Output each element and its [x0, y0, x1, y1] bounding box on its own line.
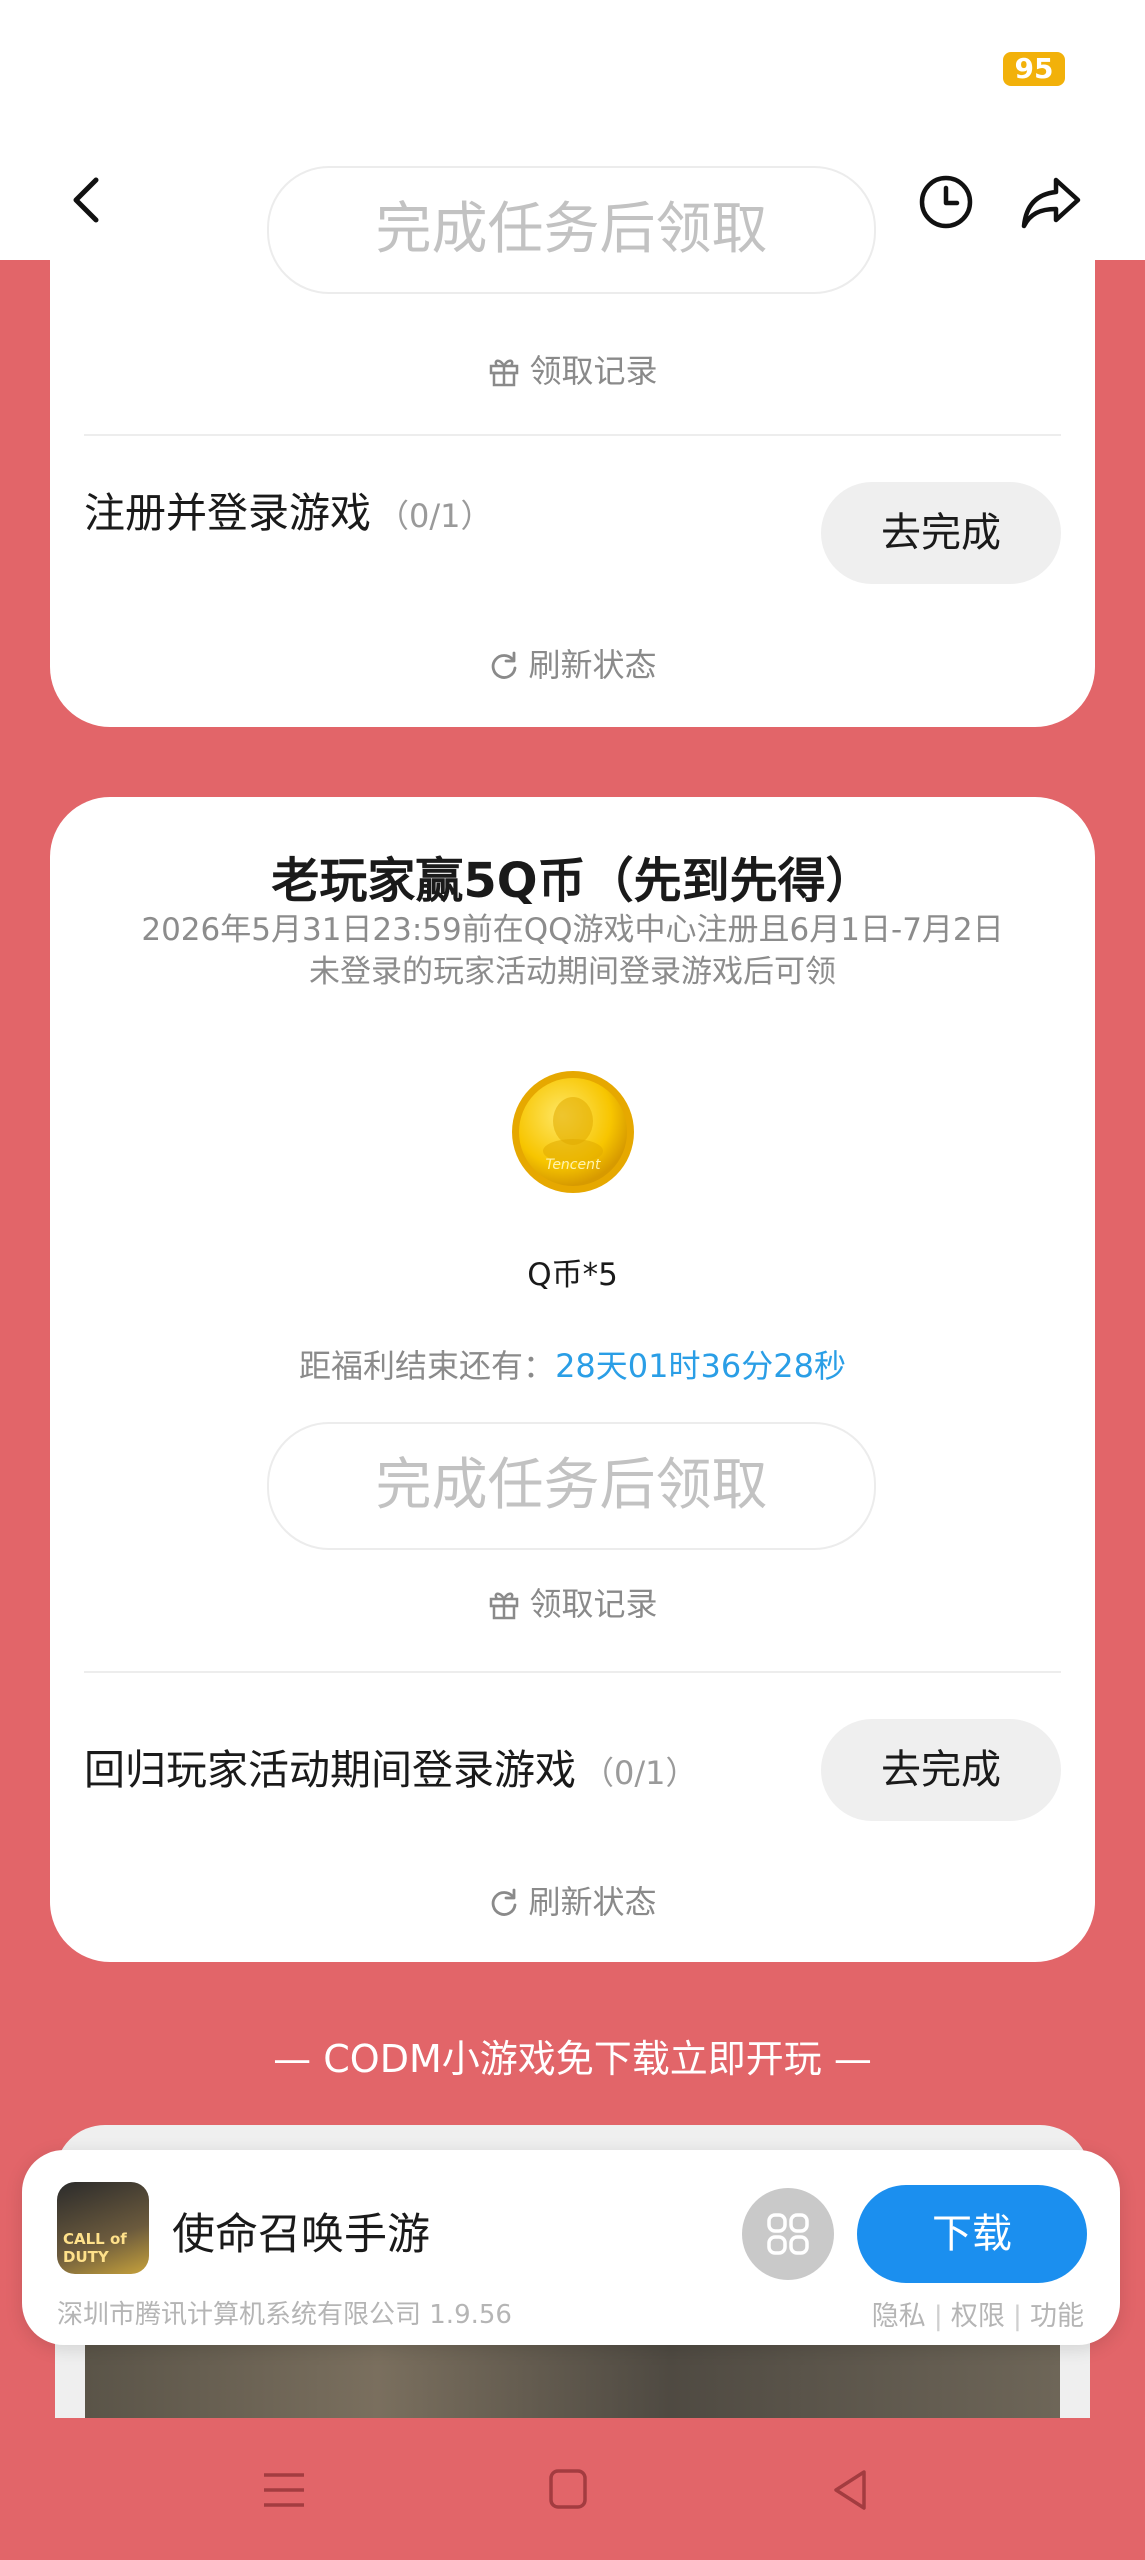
task-label: 注册并登录游戏 （0/1） [84, 483, 493, 543]
features-link[interactable]: 功能 [1030, 2301, 1084, 2332]
recent-apps-icon[interactable] [262, 2470, 306, 2510]
mini-program-button[interactable] [742, 2188, 834, 2280]
battery-indicator: 95 [1003, 52, 1065, 86]
gift-icon [490, 1592, 519, 1620]
claim-reward-button[interactable]: 完成任务后领取 [267, 166, 876, 294]
reward-label: Q币*5 [527, 1257, 618, 1293]
qq-coin-icon: Tencent [512, 1071, 634, 1193]
app-icon[interactable]: CALL of DUTY [57, 2182, 149, 2274]
claim-record-label: 领取记录 [529, 352, 658, 390]
claim-reward-button[interactable]: 完成任务后领取 [267, 1422, 876, 1550]
divider [84, 1671, 1061, 1673]
refresh-status-label: 刷新状态 [528, 1883, 657, 1921]
go-complete-button[interactable]: 去完成 [821, 482, 1061, 584]
refresh-status-link[interactable]: 刷新状态 [50, 1877, 1095, 1921]
app-icon-logo-text: CALL of DUTY [63, 2230, 127, 2266]
coin-brand-text: Tencent [546, 1157, 601, 1173]
divider [84, 434, 1061, 436]
app-download-panel: CALL of DUTY 使命召唤手游 下载 深圳市腾讯计算机系统有限公司 1.… [22, 2150, 1120, 2345]
task-card-returning-player: 老玩家赢5Q币（先到先得） 2026年5月31日23:59前在QQ游戏中心注册且… [50, 797, 1095, 1962]
claim-record-link[interactable]: 领取记录 [50, 346, 1095, 390]
refresh-icon [492, 1888, 517, 1916]
developer-info: 深圳市腾讯计算机系统有限公司 1.9.56 [57, 2300, 512, 2330]
claim-record-label: 领取记录 [529, 1585, 658, 1623]
share-icon[interactable] [1020, 174, 1082, 230]
refresh-status-link[interactable]: 刷新状态 [50, 640, 1095, 684]
app-name: 使命召唤手游 [172, 2210, 430, 2260]
promo-title: 老玩家赢5Q币（先到先得） [271, 853, 874, 909]
status-bar: 95 [0, 0, 1145, 140]
countdown-value: 28天01时36分28秒 [555, 1347, 846, 1385]
task-name: 注册并登录游戏 [84, 489, 371, 537]
countdown: 距福利结束还有：28天01时36分28秒 [50, 1341, 1095, 1387]
countdown-prefix: 距福利结束还有： [299, 1347, 556, 1385]
gift-icon [490, 359, 519, 387]
section-heading: — CODM小游戏免下载立即开玩 — [273, 2037, 872, 2081]
task-label: 回归玩家活动期间登录游戏 （0/1） [84, 1740, 698, 1800]
promo-description: 2026年5月31日23:59前在QQ游戏中心注册且6月1日-7月2日未登录的玩… [141, 912, 1004, 990]
app-info-links: 隐私 | 权限 | 功能 [872, 2294, 1084, 2333]
download-button[interactable]: 下载 [857, 2185, 1087, 2283]
privacy-link[interactable]: 隐私 [872, 2301, 926, 2332]
nav-back-icon[interactable] [830, 2468, 870, 2512]
history-clock-icon[interactable] [918, 174, 974, 230]
refresh-status-label: 刷新状态 [528, 646, 657, 684]
link-separator: | [933, 2301, 943, 2332]
task-progress: （0/1） [377, 497, 493, 535]
refresh-icon [492, 651, 517, 679]
task-progress: （0/1） [582, 1754, 698, 1792]
link-separator: | [1012, 2301, 1022, 2332]
grid-icon [767, 2213, 809, 2255]
home-icon[interactable] [548, 2468, 588, 2510]
system-nav-bar [0, 2418, 1145, 2560]
game-banner-image[interactable] [85, 2345, 1060, 2418]
task-name: 回归玩家活动期间登录游戏 [84, 1746, 576, 1794]
go-complete-button[interactable]: 去完成 [821, 1719, 1061, 1821]
permissions-link[interactable]: 权限 [951, 2301, 1005, 2332]
claim-record-link[interactable]: 领取记录 [50, 1579, 1095, 1623]
task-card-register: 完成任务后领取 领取记录 注册并登录游戏 （0/1） 去完成 刷新状态 [50, 166, 1095, 727]
